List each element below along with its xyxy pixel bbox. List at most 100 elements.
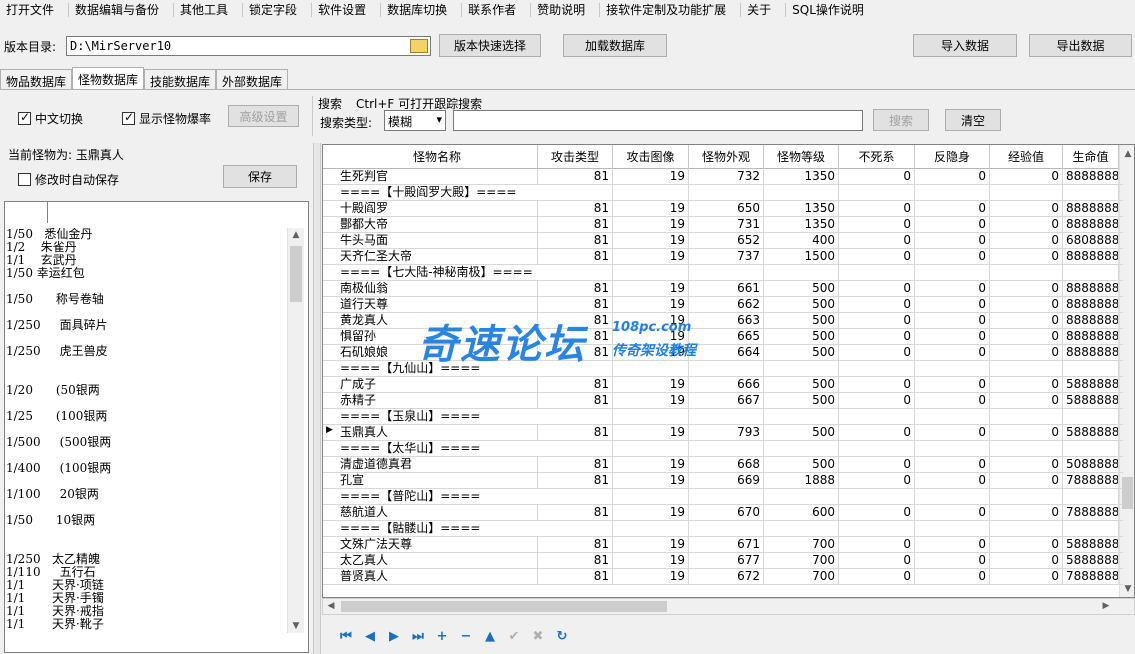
table-cell[interactable] xyxy=(764,185,839,201)
table-row[interactable]: ====【太华山】==== xyxy=(323,441,1123,457)
scroll-down-icon[interactable]: ▼ xyxy=(288,621,304,631)
table-cell[interactable] xyxy=(613,185,689,201)
table-cell[interactable] xyxy=(1063,361,1119,377)
table-row[interactable]: 广成子 81 19 666 500 0 0 0 5888888 xyxy=(323,377,1123,393)
table-cell[interactable] xyxy=(689,521,764,537)
table-row[interactable]: 赤精子 81 19 667 500 0 0 0 5888888 xyxy=(323,393,1123,409)
drop-item[interactable]: 1/1 天界·靴子 xyxy=(6,618,286,631)
table-row[interactable]: 天齐仁圣大帝 81 19 737 1500 0 0 0 8888888 xyxy=(323,249,1123,265)
table-cell[interactable] xyxy=(990,265,1063,281)
table-cell[interactable]: 清虚道德真君 xyxy=(337,457,538,473)
table-cell[interactable]: 道行天尊 xyxy=(337,297,538,313)
scroll-up-icon[interactable]: ▲ xyxy=(1120,149,1134,159)
grid-hscrollbar[interactable]: ◀ ▶ xyxy=(322,598,1135,615)
table-row[interactable]: 太乙真人 81 19 677 700 0 0 0 5888888 xyxy=(323,553,1123,569)
table-cell[interactable]: 81 xyxy=(538,297,613,313)
table-cell[interactable]: 0 xyxy=(915,537,990,553)
table-cell[interactable]: 19 xyxy=(613,233,689,249)
table-cell[interactable]: 0 xyxy=(915,329,990,345)
table-cell[interactable]: 7888888 xyxy=(1063,569,1119,585)
table-cell[interactable]: 0 xyxy=(915,217,990,233)
table-cell[interactable]: 1500 xyxy=(764,249,839,265)
table-cell[interactable]: 81 xyxy=(538,377,613,393)
table-cell[interactable]: 0 xyxy=(915,201,990,217)
table-cell[interactable]: 8888888 xyxy=(1063,201,1119,217)
table-cell[interactable]: 500 xyxy=(764,377,839,393)
table-cell[interactable]: 670 xyxy=(689,505,764,521)
table-cell[interactable]: 19 xyxy=(613,297,689,313)
menu-item[interactable]: 关于 xyxy=(741,3,787,17)
table-cell[interactable] xyxy=(689,185,764,201)
table-row[interactable]: 牛头马面 81 19 652 400 0 0 0 6808888 xyxy=(323,233,1123,249)
table-cell[interactable] xyxy=(538,521,613,537)
drop-item[interactable]: 1/50 10银两 xyxy=(6,514,286,527)
table-cell[interactable] xyxy=(839,489,915,505)
table-cell[interactable] xyxy=(915,409,990,425)
column-header[interactable]: 怪物等级 xyxy=(764,145,839,169)
table-cell[interactable]: 500 xyxy=(764,297,839,313)
table-cell[interactable]: 700 xyxy=(764,537,839,553)
scroll-left-icon[interactable]: ◀ xyxy=(323,601,339,611)
drop-item[interactable]: 1/400 (100银两 xyxy=(6,462,286,475)
table-cell[interactable]: 652 xyxy=(689,233,764,249)
table-cell[interactable]: 0 xyxy=(915,425,990,441)
table-cell[interactable] xyxy=(689,441,764,457)
table-cell[interactable]: 0 xyxy=(990,505,1063,521)
tab-3[interactable]: 外部数据库 xyxy=(216,69,289,90)
table-cell[interactable]: 0 xyxy=(990,537,1063,553)
table-cell[interactable]: 7888888 xyxy=(1063,505,1119,521)
table-cell[interactable]: 19 xyxy=(613,569,689,585)
table-cell[interactable]: 0 xyxy=(990,281,1063,297)
table-row[interactable]: ====【玉泉山】==== xyxy=(323,409,1123,425)
prior-icon[interactable]: ◀ xyxy=(358,629,382,644)
table-cell[interactable]: 0 xyxy=(839,569,915,585)
table-cell[interactable]: 7888888 xyxy=(1063,473,1119,489)
table-cell[interactable]: 0 xyxy=(990,377,1063,393)
table-cell[interactable] xyxy=(839,409,915,425)
table-cell[interactable]: ====【十殿阎罗大殿】==== xyxy=(337,185,538,201)
table-cell[interactable] xyxy=(839,361,915,377)
table-cell[interactable] xyxy=(990,361,1063,377)
drop-item[interactable]: 1/250 面具碎片 xyxy=(6,319,286,332)
table-row[interactable]: 酆都大帝 81 19 731 1350 0 0 0 8888888 xyxy=(323,217,1123,233)
table-cell[interactable] xyxy=(1063,489,1119,505)
table-cell[interactable]: 500 xyxy=(764,345,839,361)
table-cell[interactable]: 0 xyxy=(839,457,915,473)
table-cell[interactable]: 1350 xyxy=(764,201,839,217)
chinese-switch-checkbox[interactable]: 中文切换 xyxy=(18,110,83,127)
table-row[interactable]: 清虚道德真君 81 19 668 500 0 0 0 5088888 xyxy=(323,457,1123,473)
table-cell[interactable]: 700 xyxy=(764,569,839,585)
path-input[interactable]: D:\MirServer10 xyxy=(66,36,431,56)
table-cell[interactable]: 0 xyxy=(990,169,1063,185)
table-cell[interactable]: 672 xyxy=(689,569,764,585)
table-cell[interactable]: 0 xyxy=(915,553,990,569)
table-cell[interactable]: 0 xyxy=(839,313,915,329)
table-cell[interactable]: 0 xyxy=(839,249,915,265)
table-cell[interactable]: 677 xyxy=(689,553,764,569)
advanced-settings-button[interactable]: 高级设置 xyxy=(228,105,299,127)
table-cell[interactable]: 19 xyxy=(613,537,689,553)
column-header[interactable]: 攻击类型 xyxy=(538,145,613,169)
column-header[interactable]: 怪物名称 xyxy=(337,145,538,169)
table-cell[interactable]: 5888888 xyxy=(1063,377,1119,393)
table-cell[interactable]: 0 xyxy=(915,281,990,297)
table-cell[interactable]: 0 xyxy=(990,329,1063,345)
table-row[interactable]: 普贤真人 81 19 672 700 0 0 0 7888888 xyxy=(323,569,1123,585)
table-cell[interactable] xyxy=(839,441,915,457)
first-icon[interactable]: ⏮ xyxy=(334,629,358,644)
drop-list-tab[interactable] xyxy=(4,201,48,223)
table-cell[interactable] xyxy=(613,265,689,281)
table-cell[interactable] xyxy=(689,361,764,377)
drop-item[interactable]: 1/20 (50银两 xyxy=(6,384,286,397)
drop-item[interactable]: 1/50 幸运红包 xyxy=(6,267,286,280)
drop-item[interactable]: 1/25 (100银两 xyxy=(6,410,286,423)
monster-grid[interactable]: 怪物名称 攻击类型 攻击图像 怪物外观 怪物等级 不死系 反隐身 经验值 生命值 ▲ ▼ 生死判… xyxy=(322,144,1135,598)
table-cell[interactable]: 8888888 xyxy=(1063,297,1119,313)
table-cell[interactable]: 19 xyxy=(613,217,689,233)
table-cell[interactable] xyxy=(990,409,1063,425)
table-cell[interactable]: 0 xyxy=(990,313,1063,329)
table-cell[interactable] xyxy=(839,265,915,281)
menu-item[interactable]: 接软件定制及功能扩展 xyxy=(600,3,742,17)
table-cell[interactable] xyxy=(915,441,990,457)
table-cell[interactable]: 文殊广法天尊 xyxy=(337,537,538,553)
